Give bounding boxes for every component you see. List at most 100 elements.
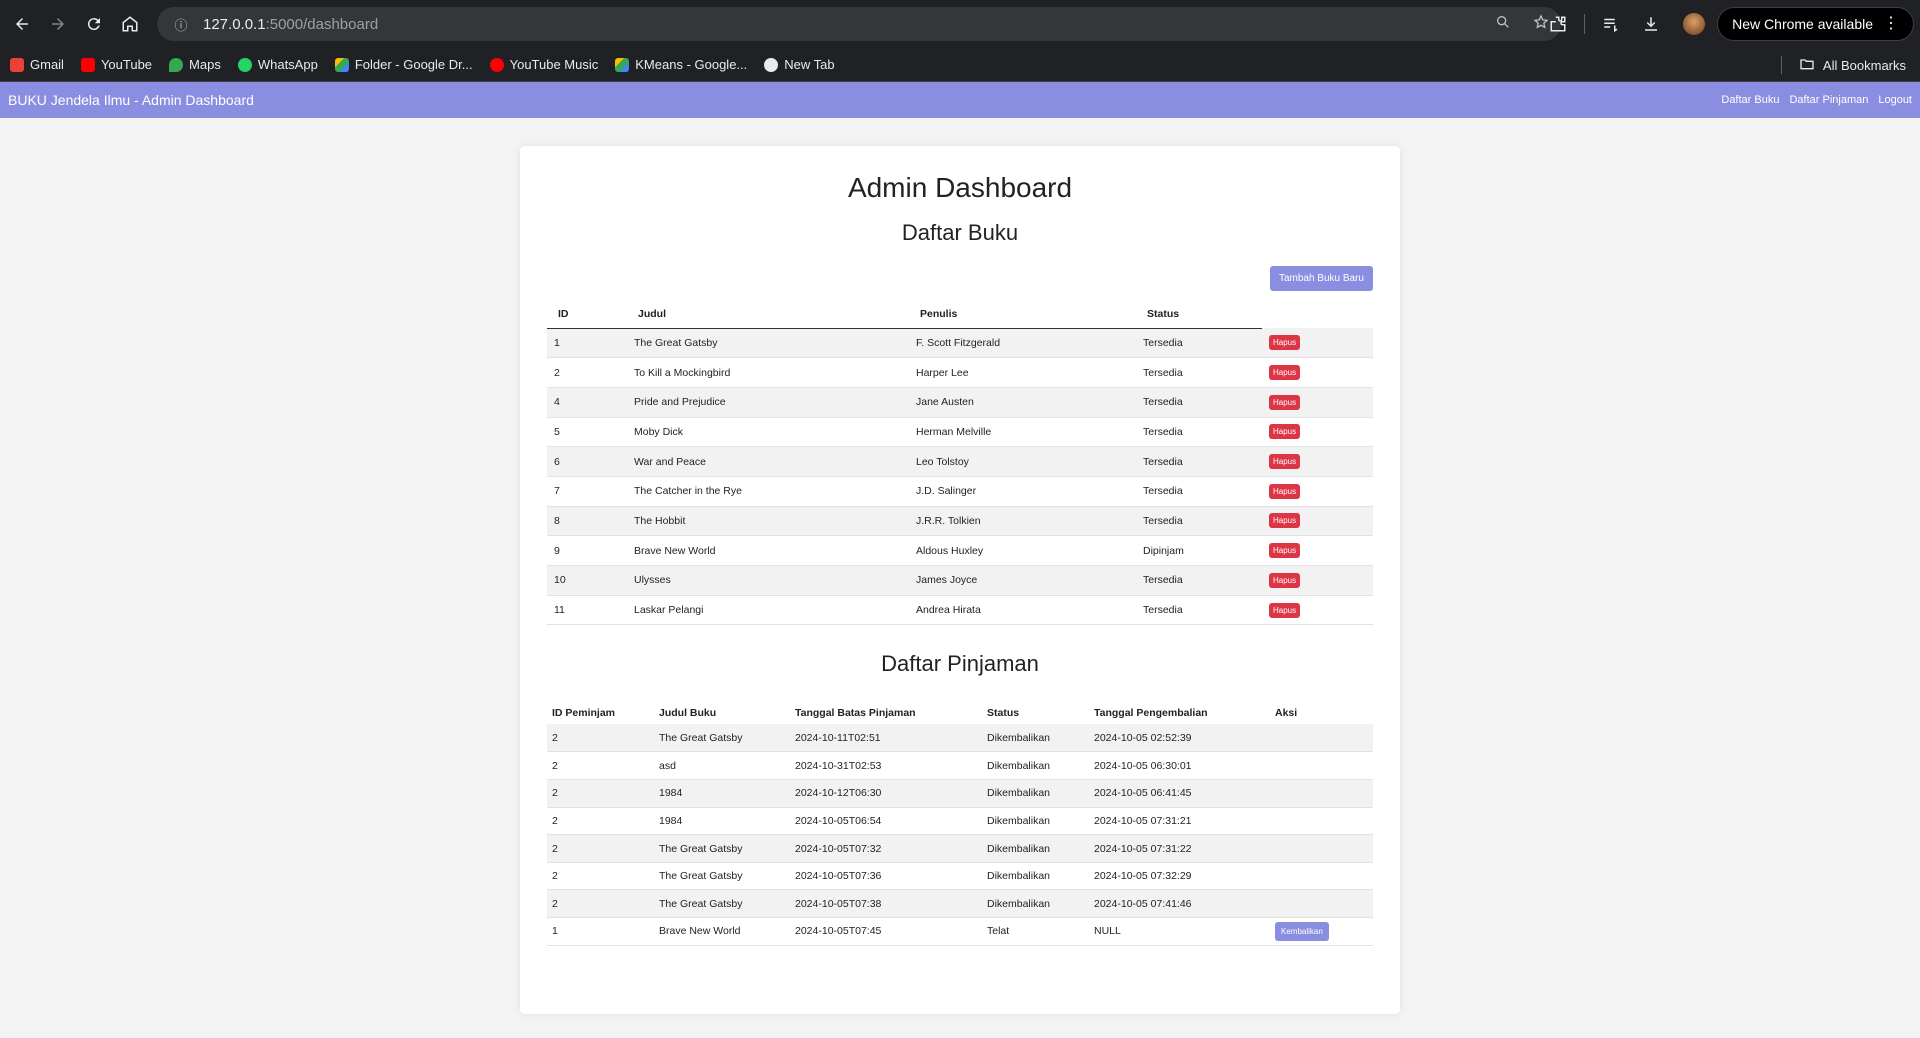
- book-judul: Ulysses: [627, 565, 909, 596]
- bookmark-google-drive-folder[interactable]: Folder - Google Dr...: [334, 57, 473, 72]
- loan-tanggal-pengembalian: NULL: [1089, 917, 1270, 946]
- book-id: 11: [547, 595, 627, 626]
- loan-row: 1 Brave New World 2024-10-05T07:45 Telat NUL…: [547, 917, 1373, 946]
- delete-book-button[interactable]: Hapus: [1269, 424, 1301, 440]
- book-status: Dipinjam: [1136, 535, 1262, 566]
- loan-judul-buku: The Great Gatsby: [654, 889, 790, 919]
- loan-judul-buku: Brave New World: [654, 917, 790, 946]
- delete-book-button[interactable]: Hapus: [1269, 543, 1301, 559]
- delete-book-button[interactable]: Hapus: [1269, 394, 1301, 410]
- back-icon[interactable]: [4, 6, 40, 42]
- add-book-button[interactable]: Tambah Buku Baru: [1269, 266, 1373, 291]
- book-row: 1 The Great Gatsby F. Scott Fitzgerald Ters…: [547, 328, 1373, 359]
- folder-icon: [1799, 56, 1815, 75]
- loan-id-peminjam: 2: [547, 779, 654, 808]
- navbar-links: Daftar Buku Daftar Pinjaman Logout: [1721, 94, 1912, 106]
- loan-row: 2 The Great Gatsby 2024-10-11T02:51 Dikemba…: [547, 724, 1373, 753]
- loans-table: ID Peminjam Judul Buku Tanggal Batas Pin…: [547, 701, 1373, 946]
- delete-book-button[interactable]: Hapus: [1269, 454, 1301, 470]
- book-judul: To Kill a Mockingbird: [627, 357, 909, 388]
- book-penulis: Leo Tolstoy: [909, 446, 1136, 477]
- zoom-icon[interactable]: [1495, 14, 1511, 34]
- delete-book-button[interactable]: Hapus: [1269, 335, 1301, 351]
- delete-book-button[interactable]: Hapus: [1269, 365, 1301, 381]
- book-row: 6 War and Peace Leo Tolstoy Tersedia Hapus: [547, 446, 1373, 477]
- column-header-judul: Judul: [627, 300, 909, 329]
- book-id: 1: [547, 328, 627, 359]
- book-status: Tersedia: [1136, 357, 1262, 388]
- column-header-penulis: Penulis: [909, 300, 1136, 329]
- book-id: 4: [547, 387, 627, 418]
- return-book-button[interactable]: Kembalikan: [1275, 921, 1329, 941]
- delete-book-button[interactable]: Hapus: [1269, 483, 1301, 499]
- book-judul: Pride and Prejudice: [627, 387, 909, 418]
- column-header-tanggal-pengembalian: Tanggal Pengembalian: [1094, 706, 1208, 719]
- bookmark-youtube[interactable]: YouTube: [80, 57, 152, 72]
- book-row: 8 The Hobbit J.R.R. Tolkien Tersedia Hapus: [547, 506, 1373, 537]
- site-info-icon[interactable]: ⓘ: [171, 14, 191, 34]
- download-icon[interactable]: [1631, 6, 1671, 42]
- home-icon[interactable]: [112, 6, 148, 42]
- loan-row: 2 The Great Gatsby 2024-10-05T07:32 Dikemba…: [547, 834, 1373, 863]
- book-penulis: Jane Austen: [909, 387, 1136, 418]
- new-chrome-available-button[interactable]: New Chrome available ⋮: [1717, 7, 1914, 41]
- book-judul: The Catcher in the Rye: [627, 476, 909, 507]
- bookmark-kmeans[interactable]: KMeans - Google...: [615, 57, 747, 72]
- book-penulis: Andrea Hirata: [909, 595, 1136, 626]
- delete-book-button[interactable]: Hapus: [1269, 572, 1301, 588]
- loan-judul-buku: The Great Gatsby: [654, 862, 790, 891]
- app-brand[interactable]: BUKU Jendela Ilmu - Admin Dashboard: [8, 92, 254, 108]
- book-status: Tersedia: [1136, 506, 1262, 537]
- book-row: 11 Laskar Pelangi Andrea Hirata Tersedia Hap…: [547, 595, 1373, 626]
- reload-icon[interactable]: [76, 6, 112, 42]
- forward-icon[interactable]: [40, 6, 76, 42]
- loan-tanggal-batas: 2024-10-05T07:45: [790, 917, 982, 946]
- book-status: Tersedia: [1136, 476, 1262, 507]
- book-row: 10 Ulysses James Joyce Tersedia Hapus: [547, 565, 1373, 596]
- all-bookmarks-button[interactable]: All Bookmarks: [1799, 48, 1906, 82]
- book-id: 7: [547, 476, 627, 507]
- book-judul: Moby Dick: [627, 417, 909, 448]
- book-id: 5: [547, 417, 627, 448]
- loan-status: Dikembalikan: [982, 889, 1089, 919]
- loan-tanggal-pengembalian: 2024-10-05 07:31:22: [1089, 834, 1270, 863]
- extensions-icon[interactable]: [1538, 6, 1578, 42]
- loan-tanggal-batas: 2024-10-05T07:32: [790, 834, 982, 863]
- loan-tanggal-batas: 2024-10-05T06:54: [790, 807, 982, 836]
- google-drive-icon: [615, 57, 630, 72]
- bookmark-maps[interactable]: Maps: [169, 57, 221, 72]
- loan-status: Dikembalikan: [982, 862, 1089, 891]
- column-header-judul-buku: Judul Buku: [659, 706, 717, 719]
- bookmark-youtube-music[interactable]: YouTube Music: [489, 57, 598, 72]
- loan-tanggal-batas: 2024-10-05T07:38: [790, 889, 982, 919]
- bookmark-gmail[interactable]: Gmail: [10, 57, 64, 72]
- profile-avatar[interactable]: [1683, 13, 1706, 35]
- whatsapp-icon: [237, 57, 252, 72]
- book-status: Tersedia: [1136, 417, 1262, 448]
- book-row: 4 Pride and Prejudice Jane Austen Tersedia H…: [547, 387, 1373, 418]
- address-bar[interactable]: ⓘ 127.0.0.1:5000/dashboard: [157, 7, 1561, 41]
- loan-tanggal-pengembalian: 2024-10-05 06:41:45: [1089, 779, 1270, 808]
- youtube-music-icon: [489, 57, 504, 72]
- loan-row: 2 The Great Gatsby 2024-10-05T07:38 Dikemba…: [547, 889, 1373, 919]
- book-row: 5 Moby Dick Herman Melville Tersedia Hapus: [547, 417, 1373, 448]
- book-id: 8: [547, 506, 627, 537]
- loan-tanggal-pengembalian: 2024-10-05 07:32:29: [1089, 862, 1270, 891]
- delete-book-button[interactable]: Hapus: [1269, 513, 1301, 529]
- nav-link-daftar-pinjaman[interactable]: Daftar Pinjaman: [1789, 94, 1868, 106]
- book-penulis: J.D. Salinger: [909, 476, 1136, 507]
- bookmark-new-tab[interactable]: New Tab: [764, 57, 835, 72]
- loan-row: 2 1984 2024-10-05T06:54 Dikembalikan 2024-10…: [547, 807, 1373, 836]
- daftar-pinjaman-heading: Daftar Pinjaman: [881, 651, 1039, 677]
- bookmark-whatsapp[interactable]: WhatsApp: [237, 57, 318, 72]
- book-judul: Laskar Pelangi: [627, 595, 909, 626]
- delete-book-button[interactable]: Hapus: [1269, 602, 1301, 618]
- nav-link-logout[interactable]: Logout: [1878, 94, 1912, 106]
- loan-status: Telat: [982, 917, 1089, 946]
- book-status: Tersedia: [1136, 595, 1262, 626]
- nav-link-daftar-buku[interactable]: Daftar Buku: [1721, 94, 1779, 106]
- loan-tanggal-batas: 2024-10-31T02:53: [790, 751, 982, 781]
- reading-list-icon[interactable]: [1591, 6, 1631, 42]
- browser-toolbar: ⓘ 127.0.0.1:5000/dashboard New Chrome av…: [0, 0, 1920, 48]
- book-penulis: James Joyce: [909, 565, 1136, 596]
